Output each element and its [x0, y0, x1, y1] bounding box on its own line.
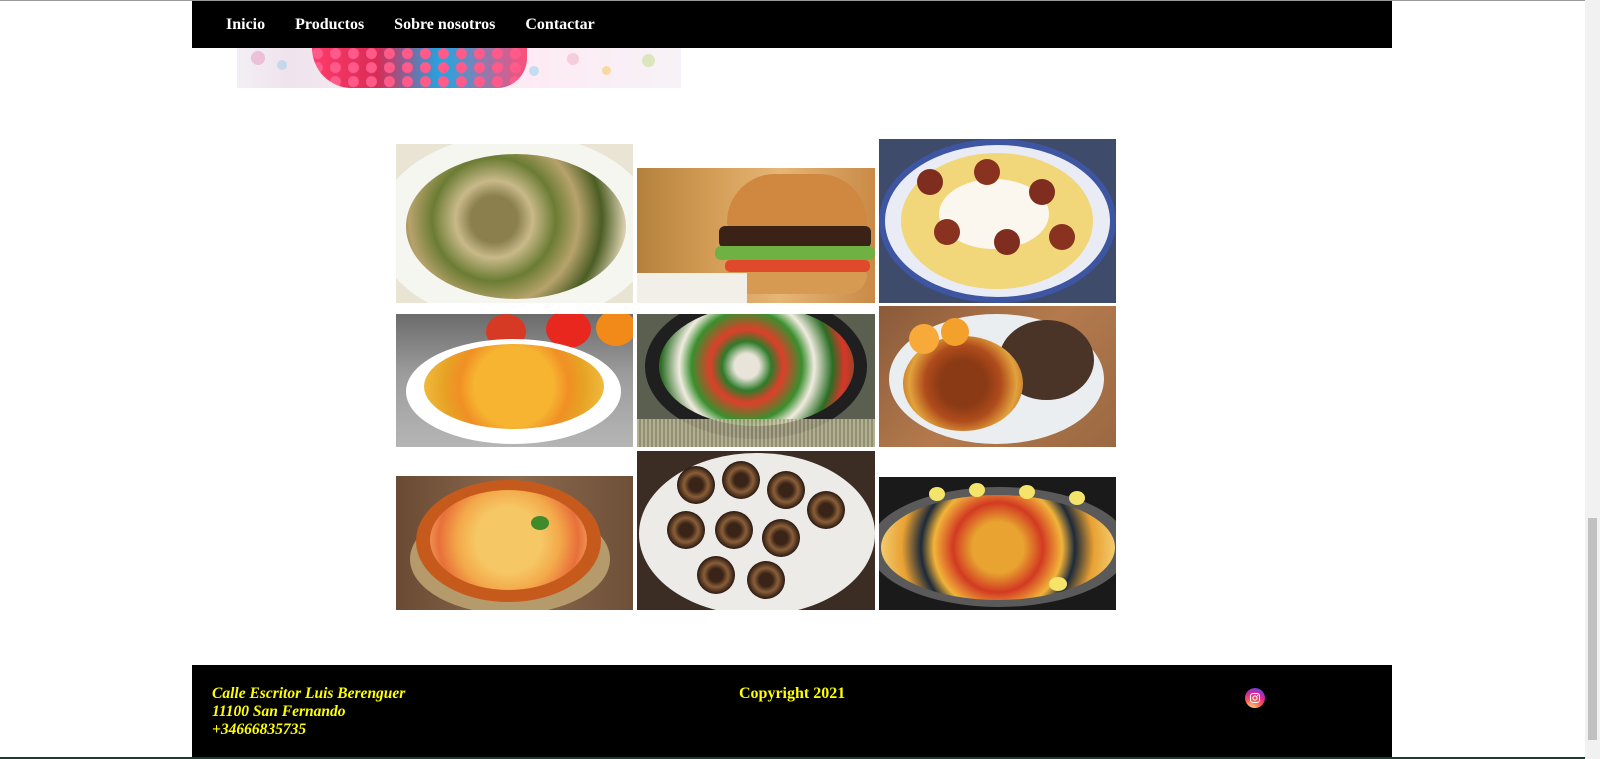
- hero-image: [237, 48, 681, 88]
- address-street: Calle Escritor Luis Berenguer: [212, 685, 406, 702]
- nav-link-contactar[interactable]: Contactar: [525, 16, 594, 34]
- mushroom-dish-image: [396, 144, 633, 303]
- stir-fry-image: [637, 314, 875, 447]
- instagram-glyph-icon: [1250, 693, 1260, 703]
- main-navbar: Inicio Productos Sobre nosotros Contacta…: [192, 1, 1392, 48]
- paella-image: [879, 477, 1116, 610]
- footer-address: Calle Escritor Luis Berenguer 11100 San …: [212, 685, 405, 739]
- copyright-text: Copyright 2021: [739, 685, 846, 702]
- snails-image: [637, 451, 875, 610]
- address-phone: +34666835735: [212, 721, 307, 738]
- address-city: 11100 San Fernando: [212, 703, 346, 720]
- meat-peppers-plate-image: [879, 306, 1116, 447]
- site-footer: Calle Escritor Luis Berenguer 11100 San …: [192, 665, 1392, 759]
- nav-link-productos[interactable]: Productos: [295, 16, 364, 34]
- page-scrollbar-thumb[interactable]: [1588, 518, 1597, 740]
- nav-link-sobre-nosotros[interactable]: Sobre nosotros: [394, 16, 495, 34]
- rice-vegetables-image: [396, 314, 633, 447]
- nav-link-inicio[interactable]: Inicio: [226, 16, 265, 34]
- clay-pot-eggs-image: [396, 476, 633, 610]
- instagram-icon[interactable]: [1245, 688, 1265, 708]
- burger-image: [637, 168, 875, 303]
- fries-chorizo-egg-image: [879, 139, 1116, 303]
